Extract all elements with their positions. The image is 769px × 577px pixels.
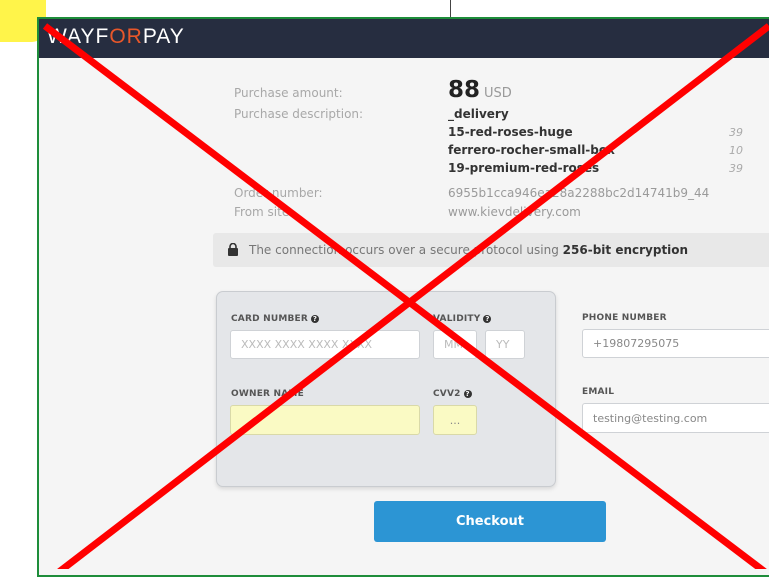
cross-line-2 xyxy=(57,23,769,569)
red-cross-overlay xyxy=(42,23,769,569)
